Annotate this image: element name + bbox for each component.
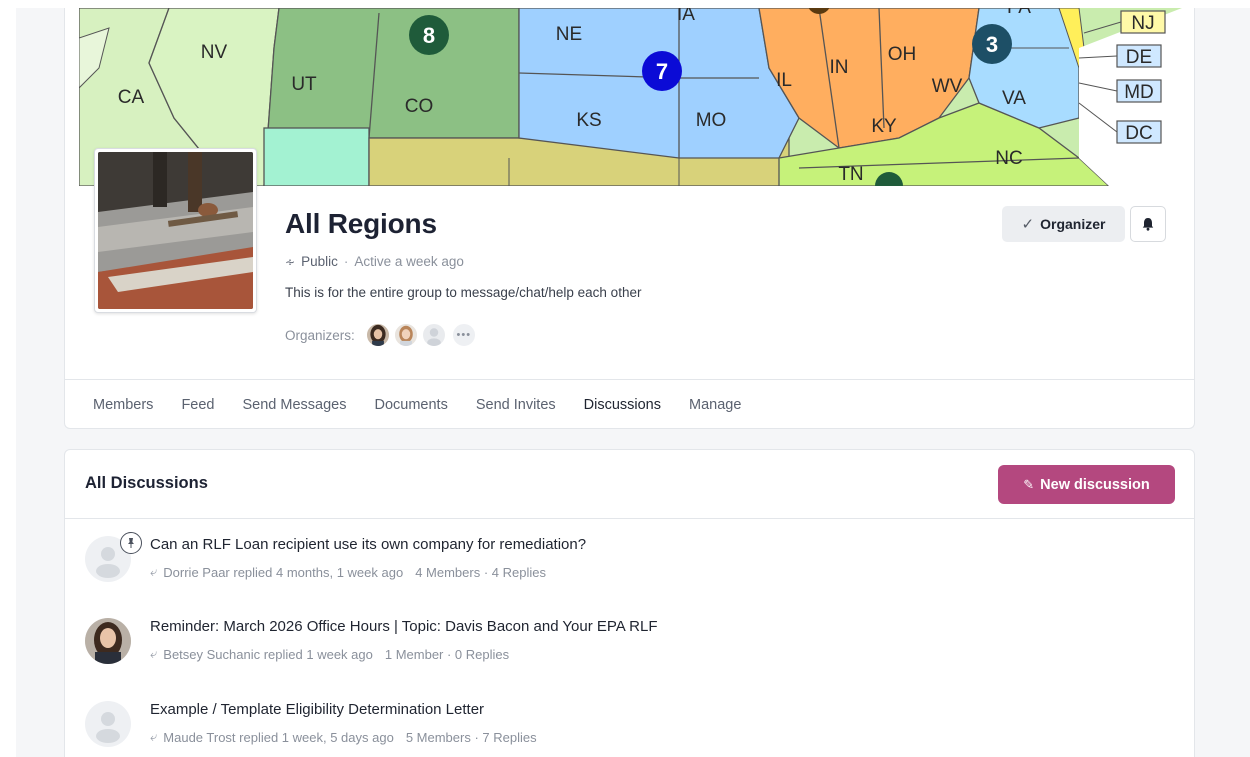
discussion-title[interactable]: Reminder: March 2026 Office Hours | Topi… — [150, 618, 658, 635]
organizers-row: Organizers: ••• — [285, 322, 477, 348]
pin-icon — [120, 532, 142, 554]
new-discussion-button[interactable]: ✎ New discussion — [998, 465, 1175, 504]
avatar-placeholder[interactable] — [85, 701, 131, 747]
region-badge-7: 7 — [656, 59, 668, 84]
more-organizers-icon[interactable]: ••• — [450, 322, 477, 348]
region-badge-3: 3 — [986, 32, 998, 57]
organizer-avatar[interactable] — [392, 322, 419, 348]
public-group-icon: ∻ — [285, 254, 296, 269]
tab-members[interactable]: Members — [93, 380, 153, 429]
organizer-button[interactable]: ✓ Organizer — [1002, 206, 1125, 242]
map-label-de: DE — [1126, 47, 1152, 68]
check-icon: ✓ — [1021, 216, 1035, 233]
tab-documents[interactable]: Documents — [374, 380, 447, 429]
discussion-stats: 5 Members · 7 Replies — [405, 729, 537, 745]
group-visibility: Public — [301, 254, 338, 269]
edit-icon: ✎ — [1023, 476, 1035, 492]
organizer-avatar-placeholder[interactable] — [420, 322, 447, 348]
discussions-heading: All Discussions — [85, 474, 208, 492]
discussion-meta: ⤶ Betsey Suchanic replied 1 week ago 1 M… — [150, 646, 509, 662]
tab-send-invites[interactable]: Send Invites — [476, 380, 556, 429]
map-label-ne: NE — [556, 24, 582, 45]
left-gutter — [0, 0, 16, 757]
map-label-pa: PA — [1007, 8, 1031, 18]
discussion-meta: ⤶ Dorrie Paar replied 4 months, 1 week a… — [150, 564, 546, 580]
map-label-dc: DC — [1125, 123, 1152, 144]
map-label-ca: CA — [118, 87, 145, 108]
map-label-nv: NV — [201, 42, 228, 63]
group-photo — [98, 152, 253, 309]
map-label-ia: IA — [677, 8, 695, 25]
discussion-title[interactable]: Example / Template Eligibility Determina… — [150, 701, 484, 718]
discussion-item[interactable]: Can an RLF Loan recipient use its own co… — [65, 532, 1196, 616]
tab-feed[interactable]: Feed — [181, 380, 214, 429]
discussion-item[interactable]: Reminder: March 2026 Office Hours | Topi… — [65, 618, 1196, 698]
map-label-md: MD — [1124, 82, 1154, 103]
map-label-mo: MO — [696, 110, 727, 131]
map-label-ks: KS — [576, 110, 601, 131]
discussion-replied: Maude Trost replied 1 week, 5 days ago — [163, 729, 394, 745]
map-label-nj: NJ — [1131, 13, 1154, 34]
discussion-stats: 4 Members · 4 Replies — [415, 564, 546, 580]
group-description: This is for the entire group to message/… — [285, 285, 642, 300]
discussions-card: All Discussions ✎ New discussion Can an … — [64, 449, 1195, 757]
map-label-tn: TN — [838, 164, 863, 185]
group-activity: Active a week ago — [354, 254, 464, 269]
meta-separator: · — [343, 254, 349, 269]
map-label-ut: UT — [291, 74, 317, 95]
bell-icon — [1142, 218, 1154, 231]
discussion-stats: 1 Member · 0 Replies — [384, 646, 510, 662]
tab-send-messages[interactable]: Send Messages — [243, 380, 347, 429]
map-label-oh: OH — [888, 44, 917, 65]
reply-icon: ⤶ — [150, 729, 158, 744]
reply-icon: ⤶ — [150, 646, 158, 661]
map-label-ky: KY — [871, 116, 897, 137]
page: NV CA UT CO NE IA KS MO IL IN OH PA WV V… — [0, 0, 1250, 757]
organizer-button-label: Organizer — [1040, 216, 1106, 232]
group-title: All Regions — [285, 208, 437, 239]
region-badge-8: 8 — [423, 23, 435, 48]
map-label-il: IL — [776, 70, 792, 91]
reply-icon: ⤶ — [150, 564, 158, 579]
discussion-replied: Betsey Suchanic replied 1 week ago — [163, 646, 373, 662]
map-label-nc: NC — [995, 148, 1022, 169]
map-label-wv: WV — [932, 76, 963, 97]
avatar[interactable] — [85, 618, 131, 664]
tab-discussions[interactable]: Discussions — [583, 380, 662, 428]
group-avatar — [94, 148, 257, 313]
new-discussion-label: New discussion — [1040, 476, 1150, 493]
discussion-meta: ⤶ Maude Trost replied 1 week, 5 days ago… — [150, 729, 537, 745]
organizers-label: Organizers: — [285, 327, 355, 343]
map-label-co: CO — [405, 96, 434, 117]
notifications-button[interactable] — [1130, 206, 1166, 242]
discussion-replied: Dorrie Paar replied 4 months, 1 week ago — [163, 564, 404, 580]
tab-manage[interactable]: Manage — [689, 380, 741, 429]
group-header-card: NV CA UT CO NE IA KS MO IL IN OH PA WV V… — [64, 8, 1195, 429]
discussions-header: All Discussions ✎ New discussion — [65, 450, 1194, 519]
organizer-avatar[interactable] — [364, 322, 391, 348]
map-label-in: IN — [830, 57, 849, 78]
group-meta: ∻ Public · Active a week ago — [285, 254, 464, 269]
map-label-va: VA — [1002, 88, 1026, 109]
discussion-title[interactable]: Can an RLF Loan recipient use its own co… — [150, 536, 586, 553]
discussion-item[interactable]: Example / Template Eligibility Determina… — [65, 701, 1196, 757]
top-strip — [0, 0, 1250, 8]
group-tabs: Members Feed Send Messages Documents Sen… — [65, 379, 1194, 429]
